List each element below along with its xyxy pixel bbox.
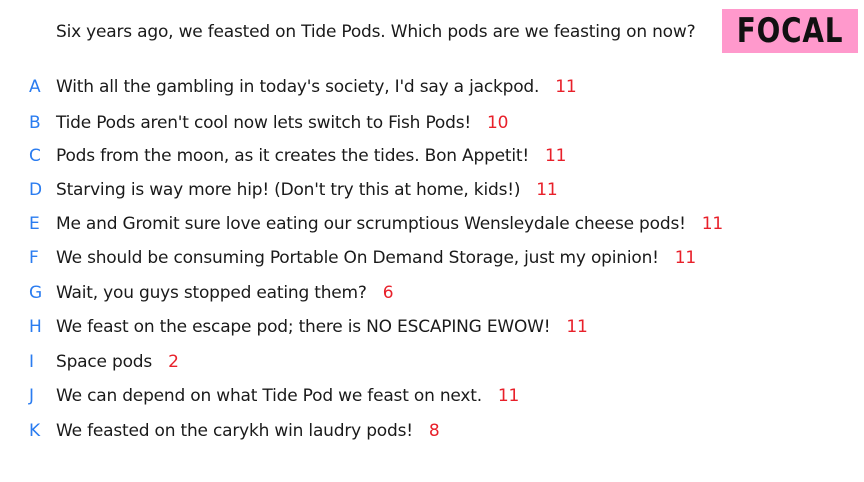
response-text: Wait, you guys stopped eating them? — [56, 283, 367, 303]
response-count: 11 — [536, 180, 558, 200]
response-letter: C — [29, 146, 41, 166]
response-letter: G — [29, 283, 42, 303]
response-count: 2 — [168, 352, 179, 372]
response-letter: D — [29, 180, 42, 200]
focal-badge-label: FOCAL — [736, 11, 844, 51]
response-text: Pods from the moon, as it creates the ti… — [56, 146, 529, 166]
response-count: 11 — [566, 317, 588, 337]
response-letter: K — [29, 421, 40, 441]
response-count: 8 — [428, 421, 440, 441]
response-letter: A — [29, 77, 41, 97]
response-text: Me and Gromit sure love eating our scrum… — [56, 214, 686, 234]
response-letter: F — [29, 248, 39, 268]
response-text: Starving is way more hip! (Don't try thi… — [56, 180, 521, 200]
focal-badge: FOCAL — [722, 9, 858, 53]
response-letter: E — [29, 214, 40, 234]
response-count: 10 — [486, 113, 509, 133]
question-prompt: Six years ago, we feasted on Tide Pods. … — [56, 22, 696, 42]
response-letter: J — [29, 386, 34, 406]
response-count: 11 — [497, 386, 520, 406]
response-text: With all the gambling in today's society… — [56, 77, 540, 97]
response-text: Space pods — [56, 352, 153, 372]
response-letter: B — [29, 113, 41, 133]
response-text: We can depend on what Tide Pod we feast … — [56, 386, 482, 406]
response-letter: H — [29, 317, 42, 337]
response-count: 11 — [555, 77, 577, 97]
response-letter: I — [29, 352, 34, 372]
response-text: We feasted on the carykh win laudry pods… — [56, 421, 413, 441]
response-count: 11 — [701, 214, 723, 234]
response-text: We feast on the escape pod; there is NO … — [56, 317, 551, 337]
response-count: 6 — [382, 283, 394, 303]
response-count: 11 — [674, 248, 697, 268]
response-count: 11 — [545, 146, 567, 166]
response-text: We should be consuming Portable On Deman… — [56, 248, 659, 268]
response-text: Tide Pods aren't cool now lets switch to… — [56, 113, 471, 133]
